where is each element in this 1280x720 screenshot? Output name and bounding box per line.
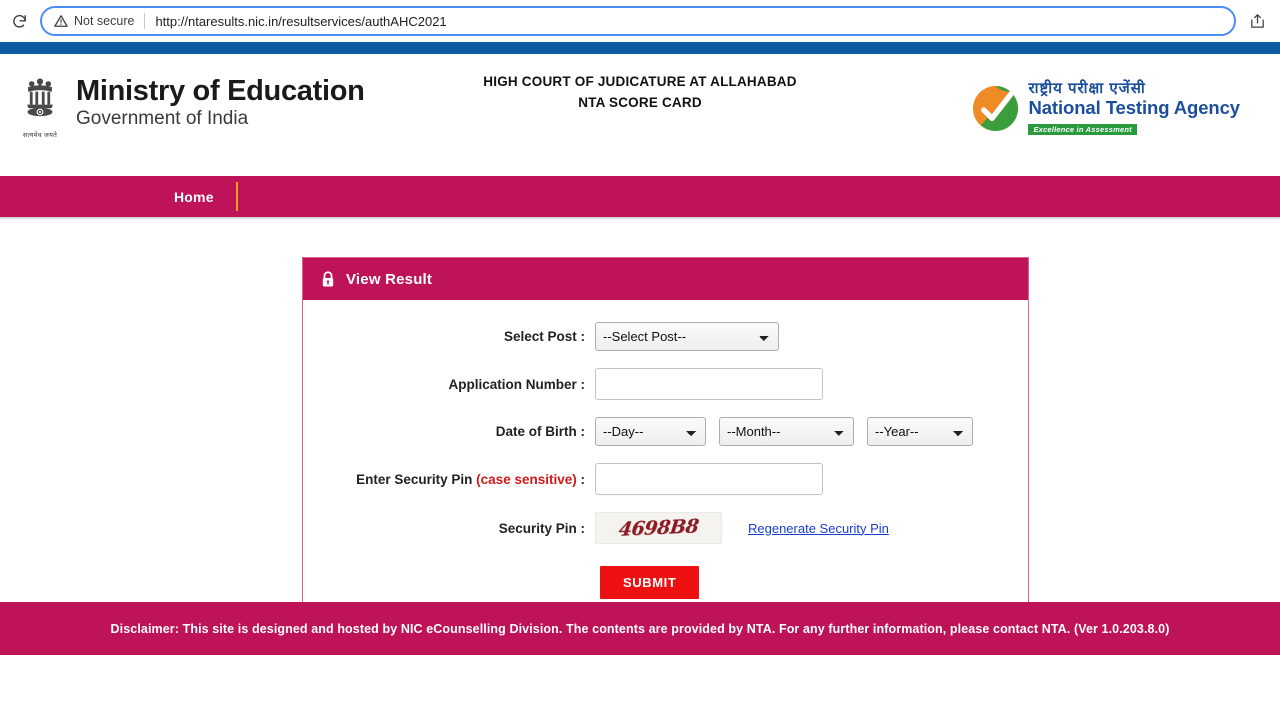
navbar-left-spacer [0,176,152,217]
disclaimer-text: Disclaimer: This site is designed and ho… [110,621,1170,636]
submit-button[interactable]: SUBMIT [600,566,700,599]
captcha-text: 4698B8 [617,515,700,541]
main-navbar: Home [0,176,1280,218]
date-of-birth-label: Date of Birth : [495,424,585,439]
dob-day-dropdown[interactable]: --Day-- [595,417,706,446]
lock-icon [321,270,335,288]
enter-security-pin-field [595,463,823,495]
ministry-subtitle: Government of India [76,108,249,130]
dob-month-dropdown[interactable]: --Month-- [719,417,854,446]
warning-triangle-icon [54,14,68,28]
browser-toolbar: Not secure http://ntaresults.nic.in/resu… [0,0,1280,42]
application-number-input[interactable] [595,368,823,400]
nta-tagline-badge: Excellence in Assessment [1028,123,1137,135]
enter-security-pin-label: Enter Security Pin (case sensitive) : [303,472,595,487]
application-number-label: Application Number : [448,376,585,392]
address-bar[interactable]: Not secure http://ntaresults.nic.in/resu… [40,6,1236,36]
date-of-birth-field: --Day-- --Month-- --Year-- [595,417,973,446]
nta-checkmark-icon [972,85,1019,132]
site-header: सत्यमेव जयते Ministry of Education Gover… [0,54,1280,176]
top-blue-strip [0,42,1280,54]
view-result-panel: View Result Select Post : --Select Post-… [302,257,1029,626]
submit-row-spacer [303,566,600,599]
security-pin-image-label: Security Pin : [498,520,585,536]
nav-divider [235,182,238,211]
form-row-select-post: Select Post : --Select Post-- [303,322,1028,351]
nav-item-home[interactable]: Home [152,176,236,217]
panel-title: View Result [346,270,433,288]
nta-english-name: National Testing Agency [1028,97,1240,119]
security-status-label: Not secure [74,14,135,28]
page-content: View Result Select Post : --Select Post-… [0,218,1280,655]
emblem-motto: सत्यमेव जयते [22,132,58,139]
omnibox-divider [144,13,146,29]
security-pin-image-field: 4698B8 Regenerate Security Pin [595,512,889,544]
panel-header: View Result [303,258,1028,300]
select-post-field: --Select Post-- [595,322,779,351]
dob-year-dropdown[interactable]: --Year-- [867,417,973,446]
enter-security-pin-label-colon: : [580,471,586,487]
footer-disclaimer-bar: Disclaimer: This site is designed and ho… [0,602,1280,655]
ashoka-emblem-icon: सत्यमेव जयते [14,76,66,139]
nta-hindi-name: राष्ट्रीय परीक्षा एजेंसी [1028,80,1146,97]
application-number-field [595,368,823,400]
share-icon[interactable] [1242,6,1272,36]
enter-security-pin-label-main: Enter Security Pin [356,471,473,487]
panel-body: Select Post : --Select Post-- Applicatio… [303,300,1028,625]
form-row-application-number: Application Number : [303,368,1028,400]
ministry-title: Ministry of Education [76,75,365,107]
form-row-enter-security-pin: Enter Security Pin (case sensitive) : [303,463,1028,495]
form-row-security-pin-image: Security Pin : 4698B8 Regenerate Securit… [303,512,1028,544]
security-pin-input[interactable] [595,463,823,495]
case-sensitive-note: (case sensitive) [476,471,577,487]
ministry-branding: सत्यमेव जयते Ministry of Education Gover… [14,76,365,139]
captcha-image: 4698B8 [595,512,722,544]
select-post-dropdown[interactable]: --Select Post-- [595,322,779,351]
reload-icon[interactable] [4,6,34,36]
regenerate-security-pin-link[interactable]: Regenerate Security Pin [748,521,889,536]
form-row-submit: SUBMIT [303,566,1028,599]
url-text[interactable]: http://ntaresults.nic.in/resultservices/… [155,14,446,29]
nta-branding: राष्ट्रीय परीक्षा एजेंसी National Testin… [972,80,1240,137]
select-post-label: Select Post : [503,329,585,344]
form-row-date-of-birth: Date of Birth : --Day-- --Month-- --Year… [303,417,1028,446]
